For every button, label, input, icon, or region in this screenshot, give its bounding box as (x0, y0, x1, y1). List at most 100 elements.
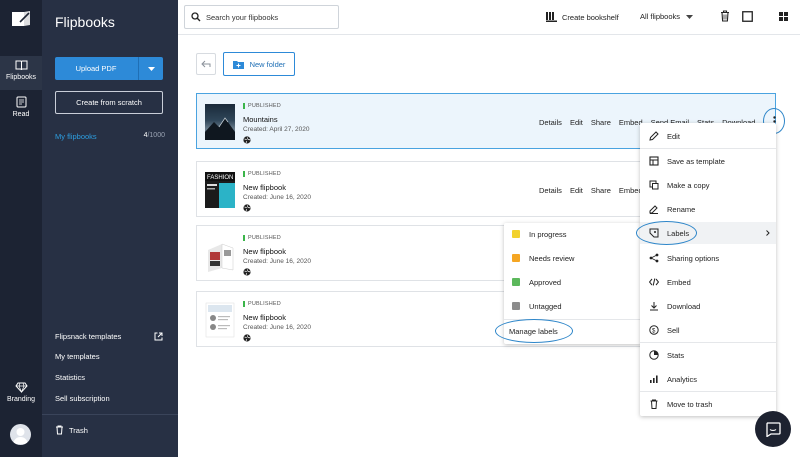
sidebar-item-my-templates[interactable]: My templates (55, 352, 100, 361)
flipbook-created-date: Created: June 16, 2020 (243, 324, 311, 331)
status-badge: PUBLISHED (243, 171, 281, 177)
menu-item-label: Sharing options (667, 253, 720, 263)
menu-item-make-a-copy[interactable]: Make a copy (640, 174, 776, 196)
globe-icon (243, 204, 251, 212)
menu-item-move-to-trash[interactable]: Move to trash (640, 393, 776, 415)
status-label: PUBLISHED (248, 171, 281, 177)
flipbook-title[interactable]: New flipbook (243, 247, 286, 256)
caret-down-icon (686, 14, 694, 19)
flipbook-thumbnail[interactable] (205, 236, 235, 272)
svg-text:$: $ (652, 328, 656, 334)
menu-item-embed[interactable]: Embed (640, 271, 776, 293)
search-icon (191, 12, 201, 22)
upload-pdf-button[interactable]: Upload PDF (55, 57, 163, 80)
menu-item-label: Save as template (667, 156, 725, 166)
external-link-icon[interactable] (154, 332, 163, 341)
back-button[interactable] (196, 53, 216, 75)
back-arrow-icon (201, 60, 211, 68)
menu-item-save-as-template[interactable]: Save as template (640, 150, 776, 172)
label-color-swatch (512, 254, 520, 262)
flipbook-thumbnail[interactable] (205, 302, 235, 338)
search-input[interactable] (206, 12, 326, 22)
menu-item-sell[interactable]: $ Sell (640, 319, 776, 341)
trash-icon (650, 399, 658, 409)
sidebar-item-trash[interactable]: Trash (55, 425, 88, 435)
upload-options-button[interactable] (138, 57, 163, 80)
folder-plus-icon (232, 60, 244, 69)
create-bookshelf-button[interactable]: Create bookshelf (546, 12, 619, 22)
chevron-right-icon (766, 230, 770, 236)
caret-down-icon (147, 66, 155, 71)
flipbook-filter-dropdown[interactable]: All flipbooks (640, 12, 694, 21)
labels-submenu: In progress Needs review Approved Untagg… (495, 223, 641, 344)
sidebar-item-my-flipbooks[interactable]: My flipbooks 4/1000 (55, 132, 165, 141)
label-option-text: Approved (529, 277, 562, 287)
menu-item-sharing-options[interactable]: Sharing options (640, 247, 776, 269)
sidebar-divider (42, 414, 178, 415)
chat-support-button[interactable] (755, 411, 791, 447)
details-button[interactable]: Details (539, 118, 562, 127)
upload-pdf-label: Upload PDF (75, 64, 117, 73)
grid-view-icon[interactable] (779, 12, 788, 21)
edit-button[interactable]: Edit (570, 186, 583, 195)
menu-divider (640, 148, 776, 149)
trash-icon[interactable] (720, 10, 730, 22)
dollar-icon: $ (649, 325, 659, 335)
flipbook-thumbnail[interactable] (205, 104, 235, 140)
globe-icon (243, 268, 251, 276)
label-option-needs-review[interactable]: Needs review (504, 247, 641, 269)
flipbook-title[interactable]: New flipbook (243, 183, 286, 192)
label-option-in-progress[interactable]: In progress (504, 223, 641, 245)
menu-item-download[interactable]: Download (640, 295, 776, 317)
search-box[interactable] (184, 5, 339, 29)
rail-item-flipbooks[interactable]: Flipbooks (0, 56, 42, 90)
new-folder-button[interactable]: New folder (223, 52, 295, 76)
avatar[interactable] (10, 424, 31, 445)
label-option-untagged[interactable]: Untagged (504, 295, 641, 317)
select-all-checkbox-icon[interactable] (742, 11, 753, 22)
trash-label: Trash (69, 425, 88, 435)
menu-item-stats[interactable]: Stats (640, 344, 776, 366)
new-folder-label: New folder (249, 59, 286, 69)
highlight-circle (495, 319, 573, 343)
flipbook-title[interactable]: New flipbook (243, 313, 286, 322)
label-option-approved[interactable]: Approved (504, 271, 641, 293)
menu-item-label: Embed (667, 277, 691, 287)
share-button[interactable]: Share (591, 186, 611, 195)
flipsnack-logo-icon[interactable] (11, 10, 31, 28)
flipbook-thumbnail[interactable]: FASHION (205, 172, 235, 208)
globe-icon (243, 334, 251, 342)
rail-item-read[interactable]: Read (0, 96, 42, 126)
sidebar-item-sell-subscription[interactable]: Sell subscription (55, 394, 110, 403)
rename-icon (649, 205, 658, 214)
flipbook-created-date: Created: June 16, 2020 (243, 194, 311, 201)
menu-item-rename[interactable]: Rename (640, 198, 776, 220)
top-bar: Create bookshelf All flipbooks (178, 0, 800, 35)
label-color-swatch (512, 302, 520, 310)
create-from-scratch-label: Create from scratch (76, 98, 142, 107)
flipbook-title[interactable]: Mountains (243, 115, 278, 124)
sidebar-item-statistics[interactable]: Statistics (55, 373, 85, 382)
reader-icon (16, 96, 26, 108)
share-button[interactable]: Share (591, 118, 611, 127)
menu-item-label: Move to trash (667, 399, 713, 409)
pie-chart-icon (649, 350, 659, 360)
rail-item-branding[interactable]: Branding (0, 382, 42, 412)
flipbook-count-limit: /1000 (147, 132, 165, 139)
menu-item-label: Analytics (667, 374, 698, 384)
user-avatar-icon (13, 428, 28, 444)
icon-rail: Flipbooks Read Branding (0, 0, 42, 457)
create-bookshelf-label: Create bookshelf (562, 12, 619, 22)
menu-item-edit[interactable]: Edit (640, 125, 776, 147)
menu-item-label: Make a copy (667, 180, 710, 190)
sidebar-item-flipsnack-templates[interactable]: Flipsnack templates (55, 332, 121, 341)
details-button[interactable]: Details (539, 186, 562, 195)
edit-button[interactable]: Edit (570, 118, 583, 127)
flipbook-created-date: Created: June 16, 2020 (243, 258, 311, 265)
menu-item-label: Download (667, 301, 701, 311)
bookshelf-icon (546, 12, 557, 22)
menu-item-analytics[interactable]: Analytics (640, 368, 776, 390)
create-from-scratch-button[interactable]: Create from scratch (55, 91, 163, 114)
status-badge: PUBLISHED (243, 301, 281, 307)
row-actions: Details Edit Share Embed (539, 186, 651, 195)
